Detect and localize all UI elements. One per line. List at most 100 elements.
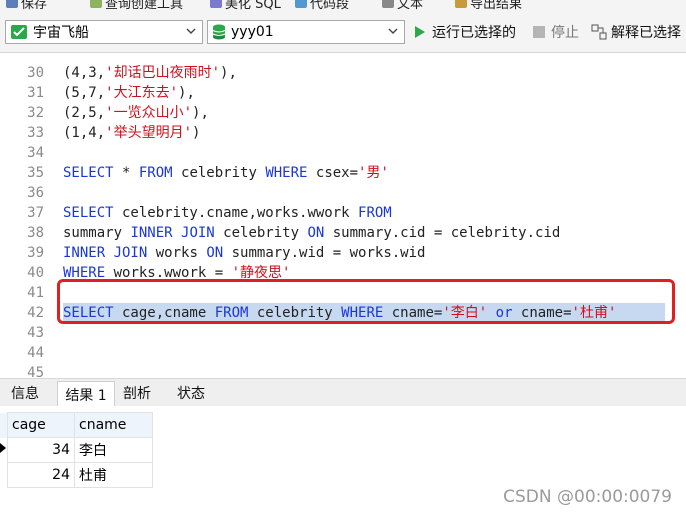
sql-string: '一览众山小' <box>105 105 193 121</box>
result-header-row: cage cname <box>0 412 153 438</box>
sql-keyword: INNER JOIN <box>130 225 215 241</box>
line-number: 37 <box>27 205 44 221</box>
code-text: SELECT * FROM celebrity WHERE csex='男' <box>63 163 389 183</box>
editor-line[interactable]: 37 SELECT celebrity.cname,works.wwork FRO… <box>0 203 686 223</box>
toolbar-text-button[interactable]: 文本 <box>382 0 424 12</box>
sql-text: celebrity <box>172 165 266 181</box>
sql-text: celebrity <box>214 225 308 241</box>
table-row[interactable]: 24 杜甫 <box>0 462 153 488</box>
toolbar-beautify-label: 美化 SQL <box>225 0 281 12</box>
cell-cname[interactable]: 杜甫 <box>74 462 153 488</box>
editor-line[interactable]: 38 summary INNER JOIN celebrity ON summar… <box>0 223 686 243</box>
cell-cage[interactable]: 24 <box>7 462 75 488</box>
cell-cage[interactable]: 34 <box>7 437 75 463</box>
sql-text: ) <box>192 125 201 141</box>
query-builder-icon <box>90 0 102 8</box>
stop-icon <box>533 26 545 38</box>
sql-text: works <box>147 245 207 261</box>
editor-line[interactable]: 34 <box>0 143 686 163</box>
editor-line[interactable]: 30 (4,3,'却话巴山夜雨时'), <box>0 63 686 83</box>
column-header-cname[interactable]: cname <box>74 412 153 438</box>
chevron-down-icon <box>388 28 398 34</box>
toolbar-save-label: 保存 <box>21 0 48 12</box>
sql-keyword: ON <box>206 245 224 261</box>
sql-string: '大江东去' <box>105 85 179 101</box>
database-icon <box>212 24 226 40</box>
sql-text: celebrity.cname,works.wwork <box>113 205 359 221</box>
line-number: 33 <box>27 125 44 141</box>
sql-keyword: WHERE <box>265 165 308 181</box>
tab-status-label: 状态 <box>177 386 205 402</box>
toolbar-beautify-button[interactable]: 美化 SQL <box>210 0 281 12</box>
sql-text: csex= <box>307 165 359 181</box>
sql-text: summary.cid = celebrity.cid <box>324 225 561 241</box>
editor-line[interactable]: 32 (2,5,'一览众山小'), <box>0 103 686 123</box>
database-select[interactable]: yyy01 <box>207 20 405 44</box>
tab-info[interactable]: 信息 <box>2 381 48 405</box>
sql-string: '却话巴山夜雨时' <box>105 65 221 81</box>
toolbar-query-builder-button[interactable]: 查询创建工具 <box>90 0 183 12</box>
database-value: yyy01 <box>231 24 274 40</box>
result-grid[interactable]: cage cname 34 李白 24 杜甫 <box>0 412 153 488</box>
result-tabs: 信息 结果 1 剖析 状态 <box>0 378 686 407</box>
row-marker-header <box>0 412 8 438</box>
run-selected-button[interactable]: 运行已选择的 <box>413 22 516 42</box>
editor-line[interactable]: 31 (5,7,'大江东去'), <box>0 83 686 103</box>
line-number: 36 <box>27 185 44 201</box>
explain-selected-label: 解释已选择 <box>611 25 681 41</box>
editor-line[interactable]: 39 INNER JOIN works ON summary.wid = work… <box>0 243 686 263</box>
stop-button[interactable]: 停止 <box>533 22 579 42</box>
editor-line[interactable]: 44 <box>0 343 686 363</box>
toolbar-snippet-button[interactable]: 代码段 <box>295 0 350 12</box>
result-grid-panel: cage cname 34 李白 24 杜甫 CSDN @00:00:0079 <box>0 406 686 515</box>
tab-profile[interactable]: 剖析 <box>114 381 160 405</box>
line-number: 31 <box>27 85 44 101</box>
toolbar-snippet-label: 代码段 <box>310 0 350 12</box>
line-number: 42 <box>27 305 44 321</box>
tab-status[interactable]: 状态 <box>168 381 214 405</box>
explain-selected-button[interactable]: 解释已选择 <box>591 22 681 42</box>
watermark-text: CSDN @00:00:0079 <box>503 487 672 507</box>
code-text: (4,3,'却话巴山夜雨时'), <box>63 63 237 83</box>
toolbar-save-button[interactable]: 保存 <box>6 0 48 12</box>
editor-line[interactable]: 35 SELECT * FROM celebrity WHERE csex='男' <box>0 163 686 183</box>
line-number: 39 <box>27 245 44 261</box>
editor-line[interactable]: 33 (1,4,'举头望明月') <box>0 123 686 143</box>
line-number: 30 <box>27 65 44 81</box>
toolbar-export-label: 导出结果 <box>470 0 523 12</box>
sql-text: (4,3, <box>63 65 106 81</box>
connection-icon <box>10 24 28 40</box>
sql-keyword: FROM <box>138 165 173 181</box>
line-number: 40 <box>27 265 44 281</box>
toolbar-text-label: 文本 <box>397 0 424 12</box>
column-header-cage[interactable]: cage <box>7 412 75 438</box>
code-text: (5,7,'大江东去'), <box>63 83 195 103</box>
table-row[interactable]: 34 李白 <box>0 437 153 463</box>
query-bar: 宇宙飞船 yyy01 运行已选择的 停止 解释已选择 <box>0 12 686 53</box>
line-number: 44 <box>27 345 44 361</box>
sql-keyword: INNER JOIN <box>63 245 148 261</box>
sql-text: ), <box>178 85 195 101</box>
toolbar-export-button[interactable]: 导出结果 <box>455 0 523 12</box>
sql-text: * <box>113 165 139 181</box>
highlight-annotation-box <box>57 279 675 324</box>
sql-editor[interactable]: 45 44 43 42 SELECT cage,cname FROM celebrity… <box>0 53 686 381</box>
sql-string: '举头望明月' <box>105 125 193 141</box>
editor-line[interactable]: 43 <box>0 323 686 343</box>
connection-value: 宇宙飞船 <box>33 25 89 41</box>
line-number: 38 <box>27 225 44 241</box>
editor-line[interactable]: 36 <box>0 183 686 203</box>
sql-keyword: SELECT <box>63 205 114 221</box>
line-number: 41 <box>27 285 44 301</box>
sql-keyword: FROM <box>358 205 392 221</box>
line-number: 32 <box>27 105 44 121</box>
sql-text: (2,5, <box>63 105 106 121</box>
tab-result-1[interactable]: 结果 1 <box>57 381 115 407</box>
connection-select[interactable]: 宇宙飞船 <box>5 20 203 44</box>
sql-keyword: SELECT <box>63 165 114 181</box>
cell-cname[interactable]: 李白 <box>74 437 153 463</box>
current-row-marker-icon <box>0 437 8 463</box>
beautify-icon <box>210 0 222 8</box>
tab-profile-label: 剖析 <box>123 386 151 402</box>
sql-text: summary.wid = works.wid <box>223 245 426 261</box>
